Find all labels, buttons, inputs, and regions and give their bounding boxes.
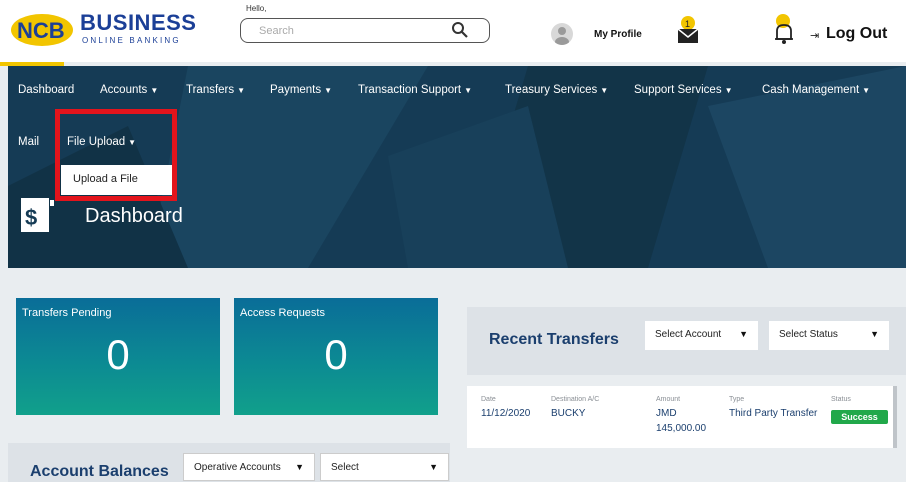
caret-down-icon: ▼ [862, 86, 871, 95]
nav-mail[interactable]: Mail [18, 136, 39, 148]
caret-down-icon: ▼ [464, 86, 473, 95]
avatar[interactable] [551, 23, 573, 45]
nav-accounts-label: Accounts [100, 84, 148, 96]
caret-down-icon: ▼ [237, 86, 246, 95]
caret-down-icon: ▼ [600, 86, 609, 95]
ncb-logo[interactable]: NCB [10, 12, 74, 48]
bell-icon[interactable] [771, 13, 797, 45]
card-label: Access Requests [240, 307, 325, 319]
nav-banner: Dashboard Accounts ▼ Transfers ▼ Payments ▼… [8, 66, 906, 268]
dollar-document-icon: $ [21, 198, 54, 232]
nav-payments-label: Payments [270, 84, 322, 96]
svg-text:1: 1 [685, 19, 690, 29]
column-header-date: Date [481, 396, 496, 403]
operative-accounts-select[interactable]: Operative Accounts ▼ [183, 453, 315, 481]
page-title: Dashboard [85, 205, 183, 227]
select-value: Select Account [655, 329, 722, 340]
brand-title: BUSINESS [80, 10, 197, 35]
caret-down-icon: ▼ [150, 86, 159, 95]
nav-accounts[interactable]: Accounts ▼ [100, 84, 158, 96]
card-count: 0 [324, 331, 348, 378]
nav-treasury-services-label: Treasury Services [505, 84, 598, 96]
nav-transfers[interactable]: Transfers ▼ [186, 84, 245, 96]
top-header: NCB BUSINESS ONLINE BANKING Hello, Searc… [0, 0, 906, 62]
logout-button[interactable]: Log Out [826, 25, 887, 43]
access-requests-card[interactable]: Access Requests 0 [234, 298, 438, 415]
highlight-box [55, 109, 177, 201]
row-amount-currency: JMD [656, 408, 677, 419]
table-scrollbar[interactable] [893, 386, 897, 448]
account-select[interactable]: Select ▼ [320, 453, 449, 481]
column-header-status: Status [831, 396, 851, 403]
caret-down-icon: ▼ [870, 329, 879, 339]
nav-dashboard[interactable]: Dashboard [18, 84, 74, 96]
nav-support-services[interactable]: Support Services ▼ [634, 84, 733, 96]
select-value: Operative Accounts [194, 462, 281, 473]
recent-transfers-panel: Recent Transfers Select Account ▼ Select… [467, 307, 906, 375]
recent-transfers-title: Recent Transfers [489, 331, 619, 348]
brand-subtitle: ONLINE BANKING [82, 36, 181, 45]
nav-transaction-support-label: Transaction Support [358, 84, 462, 96]
user-icon [555, 27, 569, 45]
search-placeholder: Search [259, 25, 294, 37]
nav-cash-management-label: Cash Management [762, 84, 860, 96]
caret-down-icon: ▼ [429, 462, 438, 472]
row-date: 11/12/2020 [481, 408, 531, 419]
caret-down-icon: ▼ [739, 329, 748, 339]
select-status-dropdown[interactable]: Select Status ▼ [769, 321, 889, 350]
svg-text:NCB: NCB [17, 18, 65, 43]
select-value: Select [331, 462, 359, 473]
select-value: Select Status [779, 329, 838, 340]
row-type: Third Party Transfer [729, 408, 818, 419]
nav-transaction-support[interactable]: Transaction Support ▼ [358, 84, 472, 96]
nav-support-services-label: Support Services [634, 84, 722, 96]
account-balances-title: Account Balances [30, 463, 169, 480]
caret-down-icon: ▼ [295, 462, 304, 472]
column-header-type: Type [729, 396, 745, 403]
card-label: Transfers Pending [22, 307, 112, 319]
row-destination: BUCKY [551, 408, 586, 419]
card-count: 0 [106, 331, 130, 378]
my-profile-link[interactable]: My Profile [594, 29, 642, 40]
mail-icon[interactable]: 1 [675, 15, 701, 45]
greeting-text: Hello, [246, 4, 267, 13]
nav-treasury-services[interactable]: Treasury Services ▼ [505, 84, 608, 96]
caret-down-icon: ▼ [324, 86, 333, 95]
account-balances-panel: Account Balances Operative Accounts ▼ Se… [8, 443, 450, 482]
transfers-pending-card[interactable]: Transfers Pending 0 [16, 298, 220, 415]
search-input[interactable]: Search [240, 18, 490, 43]
select-account-dropdown[interactable]: Select Account ▼ [645, 321, 758, 350]
logout-icon[interactable]: ⇥ [810, 29, 819, 42]
svg-text:$: $ [25, 205, 37, 230]
status-badge: Success [831, 410, 888, 424]
row-amount-value: 145,000.00 [656, 423, 707, 434]
nav-payments[interactable]: Payments ▼ [270, 84, 332, 96]
nav-cash-management[interactable]: Cash Management ▼ [762, 84, 870, 96]
column-header-destination: Destination A/C [551, 396, 600, 403]
caret-down-icon: ▼ [724, 86, 733, 95]
search-icon[interactable] [451, 21, 469, 39]
nav-transfers-label: Transfers [186, 84, 235, 96]
column-header-amount: Amount [656, 396, 681, 403]
recent-transfers-table: Date Destination A/C Amount Type Status … [467, 386, 895, 448]
